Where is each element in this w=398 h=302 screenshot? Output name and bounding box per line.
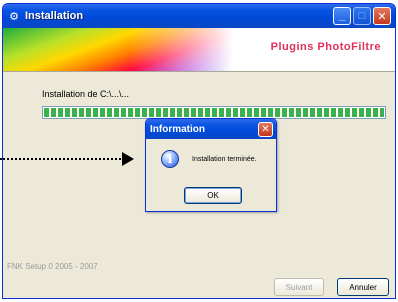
window-title: Installation xyxy=(25,10,84,22)
screen: ⚙ Installation _ □ ✕ Plugins PhotoFiltre… xyxy=(0,0,398,302)
information-dialog: Information ✕ i Installation terminée. O… xyxy=(145,118,277,212)
dialog-titlebar[interactable]: Information ✕ xyxy=(146,119,276,139)
window-controls: _ □ ✕ xyxy=(333,7,391,25)
window-titlebar[interactable]: ⚙ Installation _ □ ✕ xyxy=(3,4,395,28)
header-banner: Plugins PhotoFiltre xyxy=(3,28,395,72)
annotation-arrow-line xyxy=(0,158,124,160)
close-button[interactable]: ✕ xyxy=(373,7,391,25)
copyright-text: FNK Setup 0 2005 - 2007 xyxy=(7,262,98,271)
info-icon: i xyxy=(161,150,179,168)
progress-fill xyxy=(44,108,384,117)
banner-title: Plugins PhotoFiltre xyxy=(270,41,381,53)
cancel-button[interactable]: Annuler xyxy=(337,278,389,296)
dialog-close-button[interactable]: ✕ xyxy=(258,121,273,137)
install-icon: ⚙ xyxy=(9,10,19,23)
minimize-button[interactable]: _ xyxy=(333,7,351,25)
next-button[interactable]: Suivant xyxy=(274,278,324,296)
banner-gradient-image xyxy=(3,28,233,71)
ok-button[interactable]: OK xyxy=(184,187,242,204)
maximize-button[interactable]: □ xyxy=(353,7,371,25)
install-status-label: Installation de C:\...\... xyxy=(42,89,130,99)
annotation-arrow-head xyxy=(122,152,134,166)
dialog-message: Installation terminée. xyxy=(192,156,257,163)
dialog-title: Information xyxy=(150,123,205,135)
